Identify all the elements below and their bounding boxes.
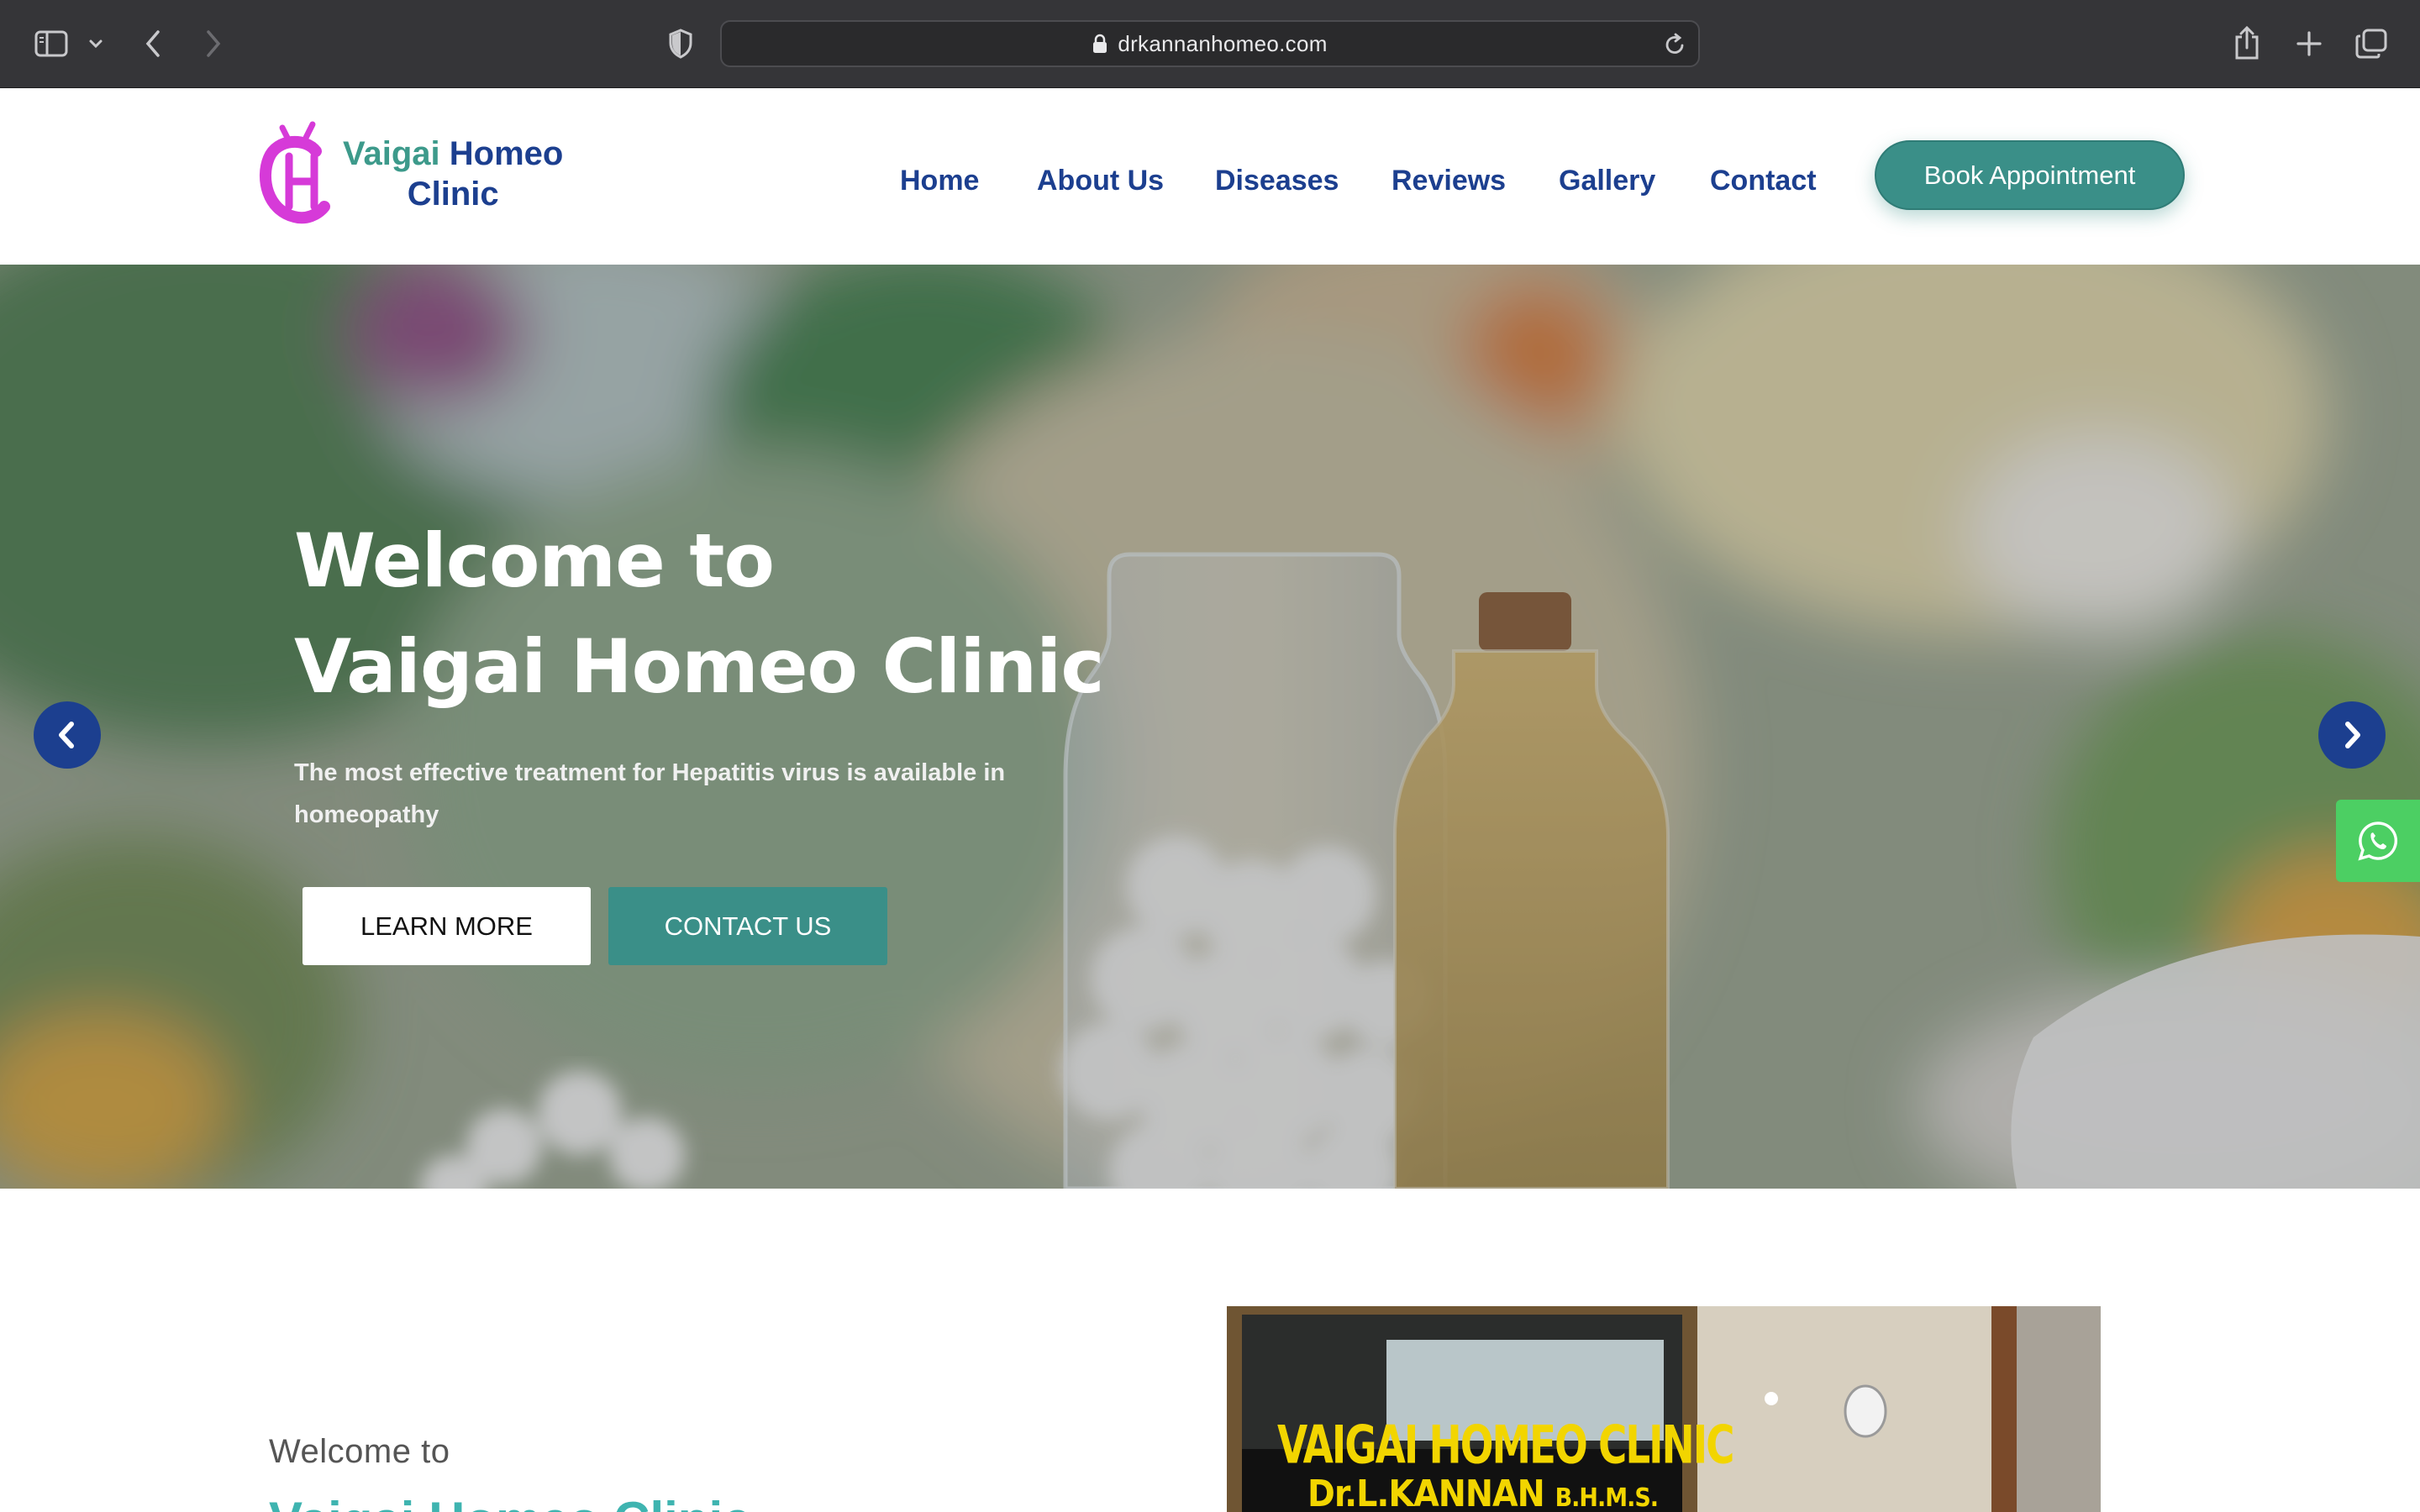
new-tab-icon[interactable] (2292, 25, 2326, 62)
clinic-signboard-photo: VAIGAI HOMEO CLINIC Dr.L.KANNAN B.H.M.S. (1227, 1306, 2151, 1512)
hero-title-line1: Welcome to (294, 517, 775, 604)
nav-gallery[interactable]: Gallery (1559, 155, 1655, 206)
nav-diseases[interactable]: Diseases (1215, 155, 1339, 206)
intro-kicker: Welcome to (269, 1433, 450, 1470)
whatsapp-button[interactable] (2336, 800, 2420, 882)
intro-heading: Vaigai Homeo Clinic (269, 1495, 958, 1512)
hero-slider: Welcome to Vaigai Homeo Clinic The most … (0, 265, 2420, 1189)
chevron-left-icon (59, 722, 74, 748)
sign-degree: B.H.M.S. (1555, 1483, 1659, 1512)
hero-title-line2: Vaigai Homeo Clinic (294, 623, 1104, 710)
forward-icon[interactable] (197, 24, 230, 64)
chevron-right-icon (2345, 722, 2360, 748)
reload-icon[interactable] (1665, 33, 1686, 56)
lock-icon (1092, 34, 1107, 54)
hero-subtitle: The most effective treatment for Hepatit… (294, 759, 1006, 828)
intro-heading-container: Vaigai Homeo Clinic (269, 1495, 958, 1512)
back-icon[interactable] (136, 24, 170, 64)
hero-overlay (0, 265, 2420, 1189)
sign-doctor-name: Dr.L.KANNAN B.H.M.S. (1307, 1473, 1659, 1512)
contact-us-button[interactable]: CONTACT US (608, 887, 887, 965)
share-icon[interactable] (2230, 22, 2264, 64)
learn-more-button[interactable]: LEARN MORE (302, 887, 591, 965)
browser-toolbar: drkannanhomeo.com (0, 0, 2420, 88)
address-bar[interactable]: drkannanhomeo.com (720, 20, 1700, 67)
nav-reviews[interactable]: Reviews (1392, 155, 1506, 206)
book-appointment-button[interactable]: Book Appointment (1875, 140, 2185, 210)
sidebar-toggle-icon[interactable] (32, 25, 71, 62)
site-header: Vaigai Homeo Clinic Home About Us Diseas… (0, 88, 2420, 265)
chevron-down-icon[interactable] (84, 32, 108, 55)
nav-contact[interactable]: Contact (1710, 155, 1817, 206)
nav-about-us[interactable]: About Us (1037, 155, 1164, 206)
sign-doctor: Dr.L.KANNAN (1307, 1473, 1545, 1512)
whatsapp-icon (2358, 822, 2398, 861)
sign-clinic-name: VAIGAI HOMEO CLINIC (1277, 1415, 1734, 1476)
slider-next-button[interactable] (2318, 701, 2386, 769)
privacy-shield-icon[interactable] (664, 25, 697, 62)
slider-prev-button[interactable] (34, 701, 101, 769)
tab-overview-icon[interactable] (2353, 25, 2390, 62)
nav-home[interactable]: Home (900, 155, 979, 206)
hero-title: Welcome to Vaigai Homeo Clinic (294, 508, 1104, 720)
url-text: drkannanhomeo.com (1118, 30, 1328, 56)
